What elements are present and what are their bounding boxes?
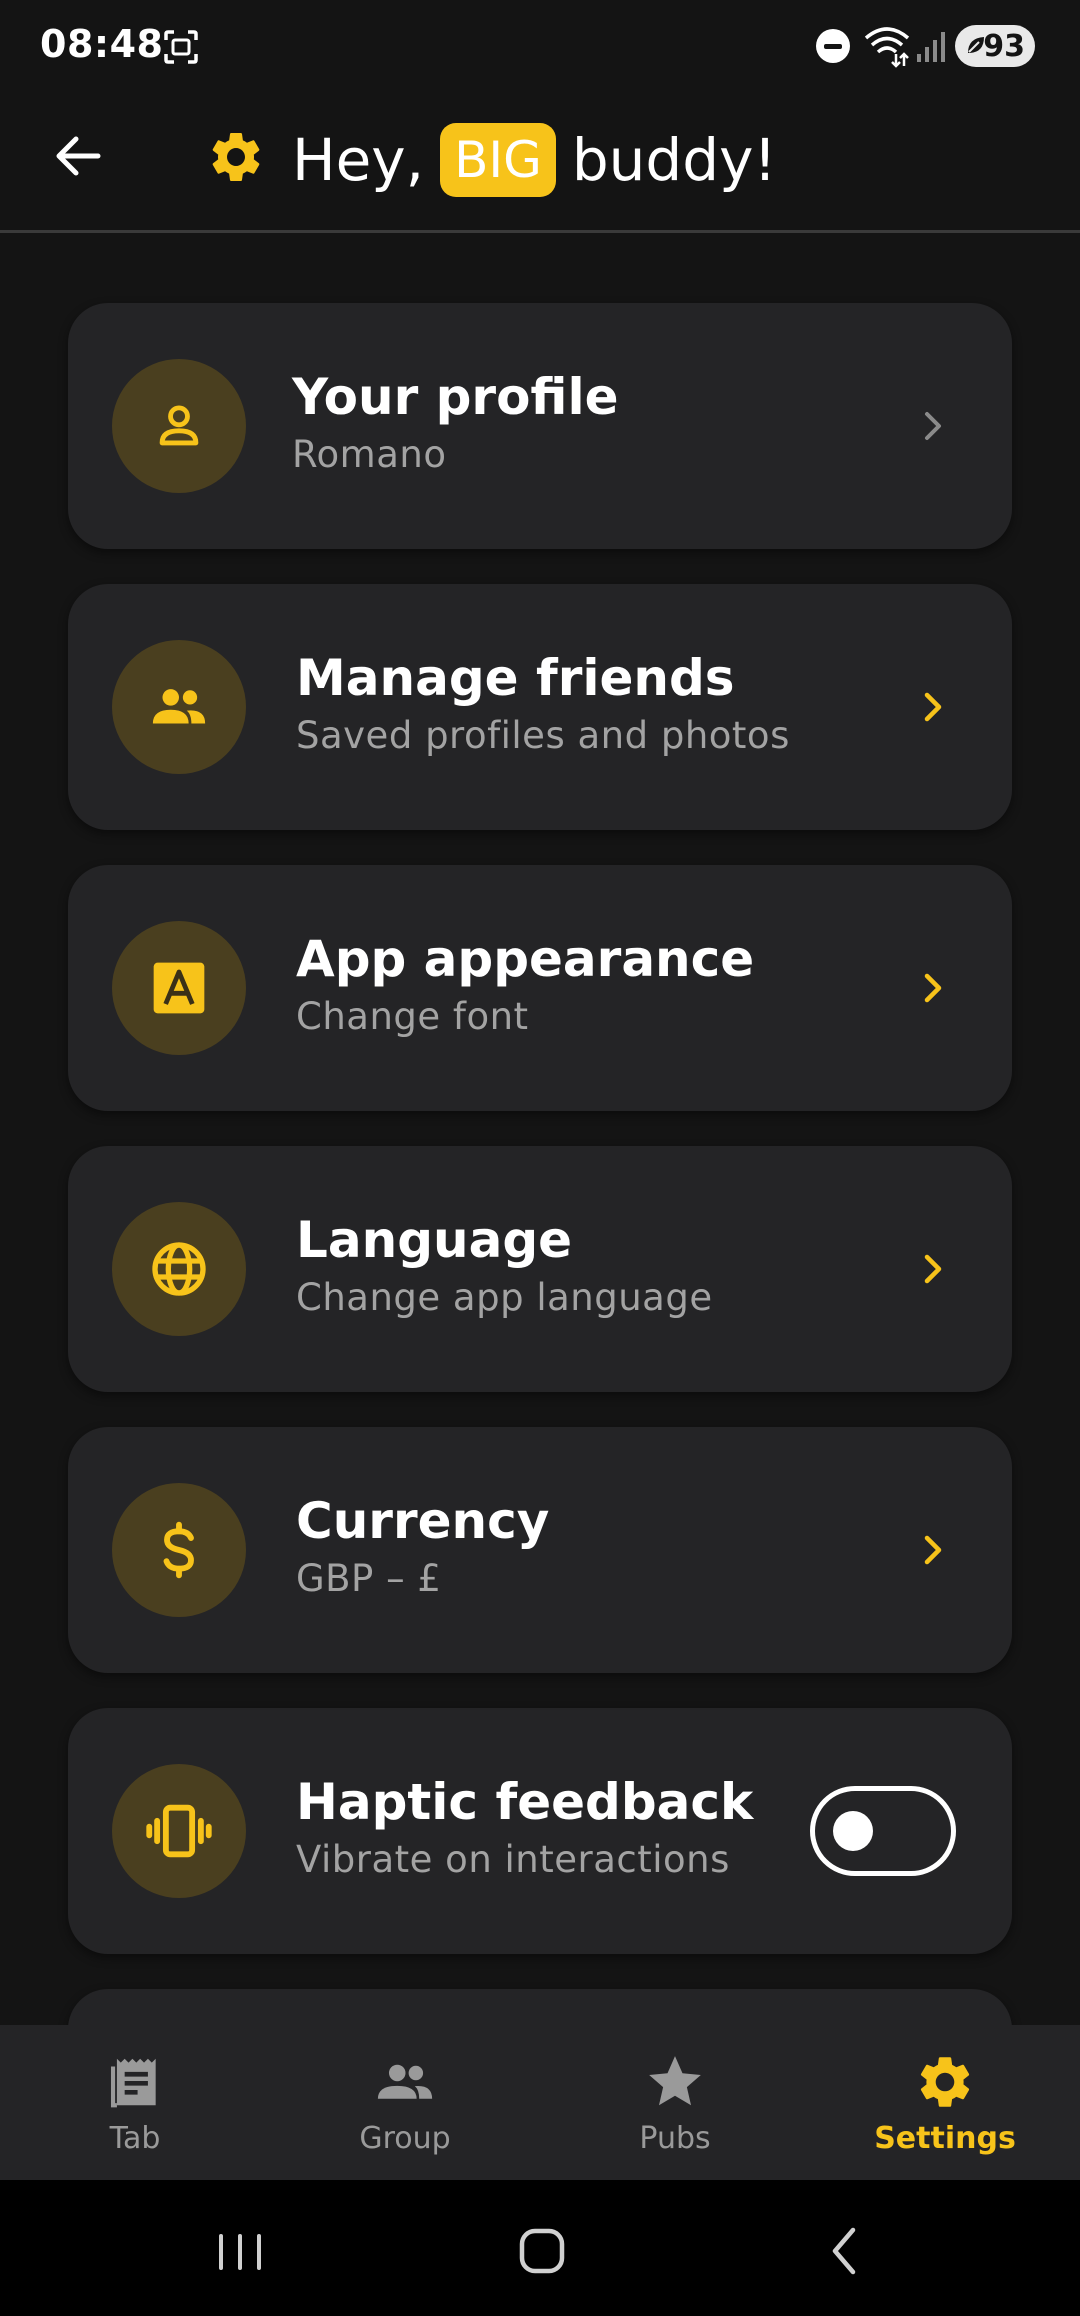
nav-label: Pubs: [639, 2121, 711, 2156]
settings-item-subtitle: Change app language: [296, 1276, 713, 1319]
back-icon[interactable]: [810, 2216, 880, 2286]
settings-item-subtitle: GBP – £: [296, 1557, 442, 1600]
status-bar: 08:48 93: [0, 0, 1080, 95]
battery-saver-icon: [968, 37, 984, 53]
system-nav-bar: [0, 2180, 1080, 2316]
nav-label: Settings: [874, 2121, 1016, 2156]
settings-item-label: Language: [296, 1211, 573, 1269]
icon-circle: [112, 1202, 246, 1336]
nav-tab[interactable]: Tab: [0, 2025, 270, 2180]
settings-item-currency[interactable]: Currency GBP – £: [68, 1427, 1012, 1673]
dollar-icon: [163, 1521, 194, 1579]
settings-item-subtitle: Vibrate on interactions: [296, 1838, 730, 1881]
app-header: Hey, BIG buddy!: [0, 95, 1080, 233]
icon-circle: [112, 640, 246, 774]
group-icon: [377, 2064, 433, 2099]
gear-icon: [212, 133, 260, 181]
settings-item-subtitle: Saved profiles and photos: [296, 714, 790, 757]
gear-icon: [920, 2057, 970, 2107]
chevron-right-icon: [925, 412, 941, 440]
settings-item-partial[interactable]: [68, 1989, 1012, 2025]
chevron-right-icon: [924, 1254, 942, 1284]
do-not-disturb-icon: [816, 29, 850, 63]
settings-item-language[interactable]: Language Change app language: [68, 1146, 1012, 1392]
person-icon: [159, 405, 199, 446]
settings-item-appearance[interactable]: App appearance Change font: [68, 865, 1012, 1111]
vibrate-icon: [146, 1804, 212, 1858]
settings-item-profile[interactable]: Your profile Romano: [68, 303, 1012, 549]
settings-list: Your profile Romano Manage friends Saved…: [0, 233, 1080, 2025]
nav-pubs[interactable]: Pubs: [540, 2025, 810, 2180]
receipt-icon: [110, 2058, 156, 2108]
settings-item-friends[interactable]: Manage friends Saved profiles and photos: [68, 584, 1012, 830]
title-badge: BIG: [440, 123, 556, 197]
recent-apps-icon[interactable]: [205, 2216, 275, 2286]
nav-label: Tab: [109, 2121, 161, 2156]
settings-item-subtitle: Romano: [292, 433, 447, 476]
font-icon: [153, 962, 205, 1014]
wifi-icon: [864, 27, 910, 68]
icon-circle: [112, 921, 246, 1055]
icon-circle: [112, 1764, 246, 1898]
toggle-knob: [833, 1811, 873, 1851]
icon-circle: [112, 1483, 246, 1617]
nav-label: Group: [359, 2121, 451, 2156]
title-suffix: buddy!: [571, 126, 777, 194]
title-prefix: Hey,: [292, 126, 425, 194]
status-time: 08:48: [40, 22, 164, 66]
battery-level: 93: [983, 28, 1025, 64]
nav-settings[interactable]: Settings: [810, 2025, 1080, 2180]
settings-item-label: Manage friends: [296, 649, 735, 707]
chevron-right-icon: [924, 692, 942, 722]
battery-indicator: 93: [955, 25, 1035, 67]
people-icon: [152, 689, 206, 724]
nav-group[interactable]: Group: [270, 2025, 540, 2180]
chevron-right-icon: [924, 1535, 942, 1565]
bottom-nav: Tab Group Pubs Settings: [0, 2025, 1080, 2180]
icon-circle: [112, 359, 246, 493]
globe-icon: [152, 1242, 206, 1296]
settings-item-label: Your profile: [292, 368, 619, 426]
settings-item-label: App appearance: [296, 930, 755, 988]
settings-item-label: Haptic feedback: [296, 1773, 754, 1831]
chevron-right-icon: [924, 973, 942, 1003]
home-icon[interactable]: [507, 2216, 577, 2286]
screenshot-icon: [164, 30, 198, 64]
page-title: Hey, BIG buddy!: [292, 113, 777, 207]
signal-icon: [917, 32, 945, 62]
settings-item-haptic: Haptic feedback Vibrate on interactions: [68, 1708, 1012, 1954]
haptic-toggle[interactable]: [810, 1786, 956, 1876]
back-arrow-icon[interactable]: [48, 125, 110, 187]
star-icon: [649, 2056, 701, 2106]
settings-item-subtitle: Change font: [296, 995, 529, 1038]
settings-item-label: Currency: [296, 1492, 550, 1550]
